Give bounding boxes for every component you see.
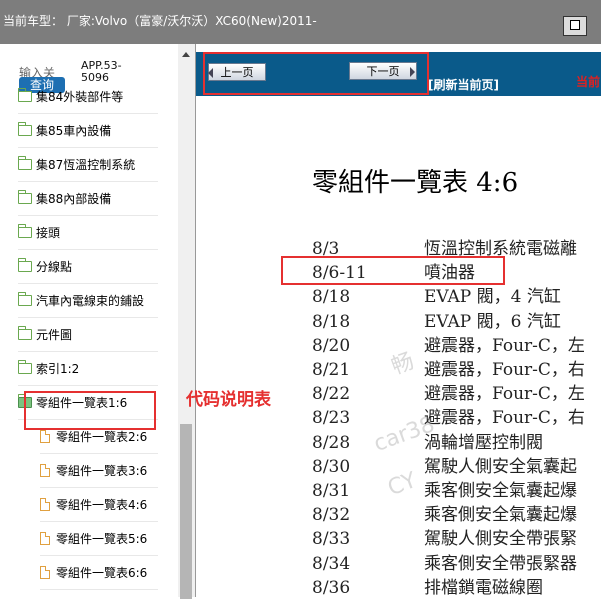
component-row: 8/34 乘客側安全帶張緊器 <box>312 549 577 574</box>
component-row: 8/32 乘客側安全氣囊起爆 <box>312 500 577 525</box>
component-row: 8/21 避震器，Four-C，右 <box>312 355 585 380</box>
tree-item[interactable]: 元件圖 <box>18 318 158 352</box>
vehicle-model-text: 当前车型： 厂家:Volvo（富豪/沃尔沃）XC60(New)2011- <box>3 14 317 28</box>
component-desc: 駕駛人側安全帶張緊 <box>424 529 577 550</box>
tree-item[interactable]: 集84外裝部件等 <box>18 80 158 114</box>
tree-child-label: 零組件一覽表3:6 <box>56 464 148 478</box>
tree-item[interactable]: 集88內部設備 <box>18 182 158 216</box>
tree-child-item[interactable]: 零組件一覽表5:6 <box>40 522 158 556</box>
folder-icon <box>18 326 32 340</box>
window-toggle-icon <box>570 20 580 30</box>
component-desc: 排檔鎖電磁線圈 <box>424 577 543 598</box>
folder-icon <box>18 88 32 102</box>
file-icon <box>40 532 50 545</box>
row-highlight-box <box>281 256 505 285</box>
tree-child-item[interactable]: 零組件一覽表4:6 <box>40 488 158 522</box>
component-code: 8/34 <box>312 553 351 574</box>
file-icon <box>40 498 50 511</box>
tree-item-label: 接頭 <box>36 226 61 240</box>
folder-icon <box>18 360 32 374</box>
folder-icon <box>18 156 32 170</box>
component-row: 8/18 EVAP 閥，4 汽缸 <box>312 282 561 307</box>
component-row: 8/31 乘客側安全氣囊起爆 <box>312 476 577 501</box>
tree-item[interactable]: 索引1:2 <box>18 352 158 386</box>
tree-item[interactable]: 集85車內設備 <box>18 114 158 148</box>
tree-child-item[interactable]: 零組件一覽表3:6 <box>40 454 158 488</box>
component-row: 8/23 避震器，Four-C，右 <box>312 403 585 428</box>
tree-item[interactable]: 集87恆溫控制系統 <box>18 148 158 182</box>
component-desc: 乘客側安全氣囊起爆 <box>424 481 577 501</box>
component-desc: 避震器，Four-C，左 <box>424 384 585 405</box>
tree-item-label: 集85車內設備 <box>36 124 112 138</box>
file-icon <box>40 566 50 579</box>
folder-icon <box>18 292 32 306</box>
component-desc: 避震器，Four-C，左 <box>424 335 585 356</box>
scroll-thumb[interactable] <box>180 424 192 599</box>
folder-icon <box>18 190 32 204</box>
component-code: 8/32 <box>312 505 351 526</box>
tree-item[interactable]: 接頭 <box>18 216 158 250</box>
sidebar-scrollbar[interactable] <box>178 44 195 599</box>
tree-item-label: 索引1:2 <box>36 362 80 376</box>
component-desc: EVAP 閥，4 汽缸 <box>424 287 561 308</box>
component-row: 8/30 駕駛人側安全氣囊起 <box>312 452 577 477</box>
tree-child-label: 零組件一覽表6:6 <box>56 566 148 580</box>
tree-item[interactable]: 分線點 <box>18 250 158 284</box>
document-panel: 上一页 下一页 [刷新当前页] 当前 零組件一覽表 4:6 8/3 恆溫控制系統電… <box>196 44 601 598</box>
tree-item-label: 集87恆溫控制系統 <box>36 158 136 172</box>
component-desc: 避震器，Four-C，右 <box>424 360 585 380</box>
nav-highlight-box <box>203 52 429 95</box>
component-desc: EVAP 閥，6 汽缸 <box>424 311 561 332</box>
component-row: 8/36 排檔鎖電磁線圈 <box>312 573 543 598</box>
tree-item-label: 汽車內電線束的鋪設 <box>36 294 145 308</box>
component-code: 8/33 <box>312 529 351 550</box>
tree-item-label: 集84外裝部件等 <box>36 90 124 104</box>
refresh-link[interactable]: [刷新当前页] <box>428 76 499 93</box>
component-desc: 乘客側安全氣囊起爆 <box>424 505 577 526</box>
tree-child-item[interactable]: 零組件一覽表6:6 <box>40 556 158 590</box>
file-icon <box>40 430 50 443</box>
tree-child-label: 零組件一覽表4:6 <box>56 498 148 512</box>
annotation-label: 代码说明表 <box>186 390 271 410</box>
tree-highlight-box <box>24 391 156 430</box>
tree-item-label: 元件圖 <box>36 328 73 342</box>
tree-child-label: 零組件一覽表5:6 <box>56 532 148 546</box>
component-desc: 駕駛人側安全氣囊起 <box>424 456 577 477</box>
component-code: 8/18 <box>312 287 351 308</box>
folder-icon <box>18 258 32 272</box>
tree-item-label: 分線點 <box>36 260 73 274</box>
window-toggle-button[interactable] <box>563 16 587 36</box>
component-code: 8/18 <box>312 311 351 332</box>
folder-icon <box>18 224 32 238</box>
header-bar: 当前车型： 厂家:Volvo（富豪/沃尔沃）XC60(New)2011- <box>0 0 601 44</box>
file-icon <box>40 464 50 477</box>
sidebar: 输入关 查询 APP.53-5096 集84外裝部件等 集85車內設備 集87恆溫控… <box>0 44 196 599</box>
component-desc: 乘客側安全帶張緊器 <box>424 553 577 574</box>
tree-item[interactable]: 汽車內電線束的鋪設 <box>18 284 158 318</box>
component-row: 8/18 EVAP 閥，6 汽缸 <box>312 307 561 332</box>
component-code: 8/36 <box>312 577 351 598</box>
component-desc: 渦輪增壓控制閥 <box>424 432 543 453</box>
component-desc: 避震器，Four-C，右 <box>424 408 585 429</box>
component-code: 8/22 <box>312 384 351 405</box>
folder-icon <box>18 122 32 136</box>
component-row: 8/33 駕駛人側安全帶張緊 <box>312 524 577 549</box>
scroll-up-icon[interactable] <box>182 52 190 57</box>
component-row: 8/20 避震器，Four-C，左 <box>312 331 585 356</box>
tree-item-label: 集88內部設備 <box>36 192 112 206</box>
tree-child-label: 零組件一覽表2:6 <box>56 430 148 444</box>
current-label: 当前 <box>576 75 601 89</box>
page-title: 零組件一覽表 4:6 <box>312 168 519 198</box>
component-row: 8/22 避震器，Four-C，左 <box>312 379 585 404</box>
